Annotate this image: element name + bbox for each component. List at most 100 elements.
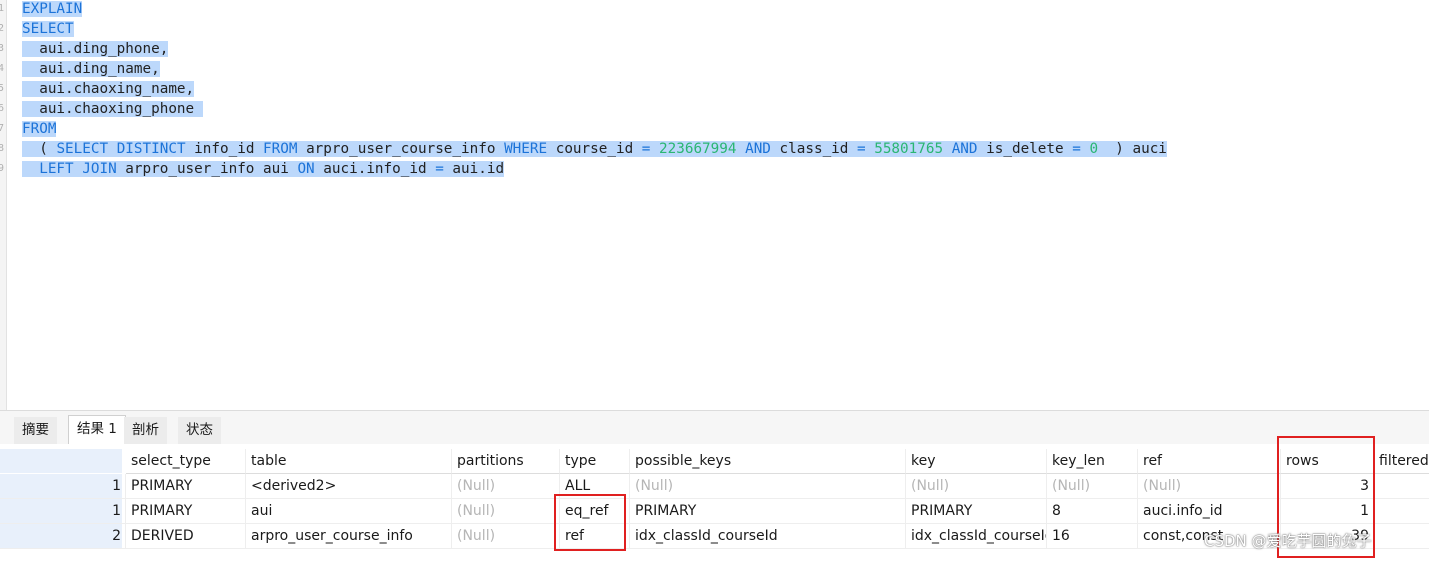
selection-highlight: LEFT JOIN arpro_user_info aui ON auci.in… [22, 161, 505, 177]
cell-partitions[interactable]: (Null) [452, 524, 560, 549]
sql-text: aui.id [443, 161, 505, 177]
column-header-select-type[interactable]: select_type [126, 449, 246, 474]
line-number: 6 [0, 99, 4, 119]
line-number: 2 [0, 19, 4, 39]
column-header-rows[interactable]: rows [1281, 449, 1374, 474]
table-row[interactable]: 1 PRIMARY aui (Null) eq_ref PRIMARY PRIM… [0, 499, 1429, 524]
sql-code[interactable]: EXPLAIN SELECT aui.ding_phone, aui.ding_n… [22, 0, 1167, 179]
code-line[interactable]: aui.ding_name, [22, 59, 1167, 79]
cell-possible-keys[interactable]: PRIMARY [630, 499, 906, 524]
cell-key-len[interactable]: 8 [1047, 499, 1138, 524]
sql-keyword: AND [745, 141, 771, 157]
sql-text: aui.ding_phone, [22, 41, 169, 57]
sql-editor[interactable]: 123456789 EXPLAIN SELECT aui.ding_phone, … [0, 0, 1429, 410]
cell-id[interactable]: 2 [0, 524, 126, 549]
cell-type[interactable]: eq_ref [560, 499, 630, 524]
sql-keyword: = [857, 141, 866, 157]
cell-key-len[interactable]: (Null) [1047, 474, 1138, 499]
line-number-gutter: 123456789 [0, 0, 7, 410]
selection-highlight: ( SELECT DISTINCT info_id FROM arpro_use… [22, 141, 1167, 157]
code-line[interactable]: aui.chaoxing_name, [22, 79, 1167, 99]
code-line[interactable]: SELECT [22, 19, 1167, 39]
cell-select-type[interactable]: PRIMARY [126, 499, 246, 524]
selection-highlight: SELECT [22, 21, 74, 37]
cell-table[interactable]: aui [246, 499, 452, 524]
selection-highlight: aui.chaoxing_name, [22, 81, 195, 97]
table-row[interactable]: 1 PRIMARY <derived2> (Null) ALL (Null) (… [0, 474, 1429, 499]
tab-result-1[interactable]: 结果 1 [68, 415, 126, 445]
sql-keyword: = [1072, 141, 1081, 157]
line-number: 7 [0, 119, 4, 139]
sql-keyword: = [435, 161, 444, 177]
column-header-key[interactable]: key [906, 449, 1047, 474]
column-header-filtered[interactable]: filtered [1374, 449, 1429, 474]
column-header-possible-keys[interactable]: possible_keys [630, 449, 906, 474]
sql-text: ) auci [1098, 141, 1167, 157]
cell-filtered[interactable] [1374, 524, 1429, 549]
cell-possible-keys[interactable]: (Null) [630, 474, 906, 499]
cell-type[interactable]: ALL [560, 474, 630, 499]
sql-keyword: FROM [263, 141, 298, 157]
grid-header-row: select_type table partitions type possib… [0, 449, 1429, 474]
sql-text: is_delete [977, 141, 1073, 157]
sql-text: aui.chaoxing_name, [22, 81, 195, 97]
sql-keyword: ON [297, 161, 315, 177]
tab-profile[interactable]: 剖析 [124, 417, 167, 445]
cell-select-type[interactable]: DERIVED [126, 524, 246, 549]
tab-status[interactable]: 状态 [178, 417, 221, 445]
column-header-partitions[interactable]: partitions [452, 449, 560, 474]
line-number: 1 [0, 0, 4, 19]
sql-keyword: LEFT JOIN [39, 161, 117, 177]
cell-type[interactable]: ref [560, 524, 630, 549]
cell-rows[interactable]: 3 [1281, 474, 1374, 499]
cell-filtered[interactable] [1374, 499, 1429, 524]
cell-id[interactable]: 1 [0, 474, 126, 499]
code-line[interactable]: FROM [22, 119, 1167, 139]
cell-filtered[interactable] [1374, 474, 1429, 499]
cell-ref[interactable]: (Null) [1138, 474, 1281, 499]
cell-rows[interactable]: 1 [1281, 499, 1374, 524]
sql-text: class_id [770, 141, 857, 157]
cell-table[interactable]: <derived2> [246, 474, 452, 499]
sql-number: 223667994 [659, 141, 737, 157]
sql-keyword: FROM [22, 121, 57, 137]
column-header-table[interactable]: table [246, 449, 452, 474]
column-header-type[interactable]: type [560, 449, 630, 474]
cell-partitions[interactable]: (Null) [452, 474, 560, 499]
line-number: 5 [0, 79, 4, 99]
sql-text: auci.info_id [314, 161, 436, 177]
sql-keyword: SELECT DISTINCT [56, 141, 186, 157]
cell-key[interactable]: (Null) [906, 474, 1047, 499]
cell-select-type[interactable]: PRIMARY [126, 474, 246, 499]
selection-highlight: FROM [22, 121, 57, 137]
sql-text: course_id [547, 141, 642, 157]
cell-id[interactable]: 1 [0, 499, 126, 524]
column-header-ref[interactable]: ref [1138, 449, 1281, 474]
cell-key[interactable]: PRIMARY [906, 499, 1047, 524]
code-line[interactable]: aui.chaoxing_phone [22, 99, 1167, 119]
line-number: 3 [0, 39, 4, 59]
cell-possible-keys[interactable]: idx_classId_courseId [630, 524, 906, 549]
cell-table[interactable]: arpro_user_course_info [246, 524, 452, 549]
line-number: 9 [0, 159, 4, 179]
column-header-key-len[interactable]: key_len [1047, 449, 1138, 474]
sql-text: info_id [185, 141, 264, 157]
code-line[interactable]: aui.ding_phone, [22, 39, 1167, 59]
sql-number: 55801765 [874, 141, 944, 157]
cell-ref[interactable]: auci.info_id [1138, 499, 1281, 524]
sql-keyword: EXPLAIN [22, 1, 83, 17]
code-line[interactable]: ( SELECT DISTINCT info_id FROM arpro_use… [22, 139, 1167, 159]
cell-key-len[interactable]: 16 [1047, 524, 1138, 549]
code-line[interactable]: LEFT JOIN arpro_user_info aui ON auci.in… [22, 159, 1167, 179]
cell-key[interactable]: idx_classId_courseId [906, 524, 1047, 549]
sql-text: arpro_user_course_info [297, 141, 505, 157]
tab-summary[interactable]: 摘要 [14, 417, 57, 445]
result-tab-bar: 摘要 结果 1 剖析 状态 [0, 410, 1429, 445]
line-number: 4 [0, 59, 4, 79]
cell-partitions[interactable]: (Null) [452, 499, 560, 524]
code-line[interactable]: EXPLAIN [22, 0, 1167, 19]
sql-text: ( [22, 141, 57, 157]
watermark-text: CSDN @爱吃芋圆的兔子 [1204, 532, 1372, 550]
